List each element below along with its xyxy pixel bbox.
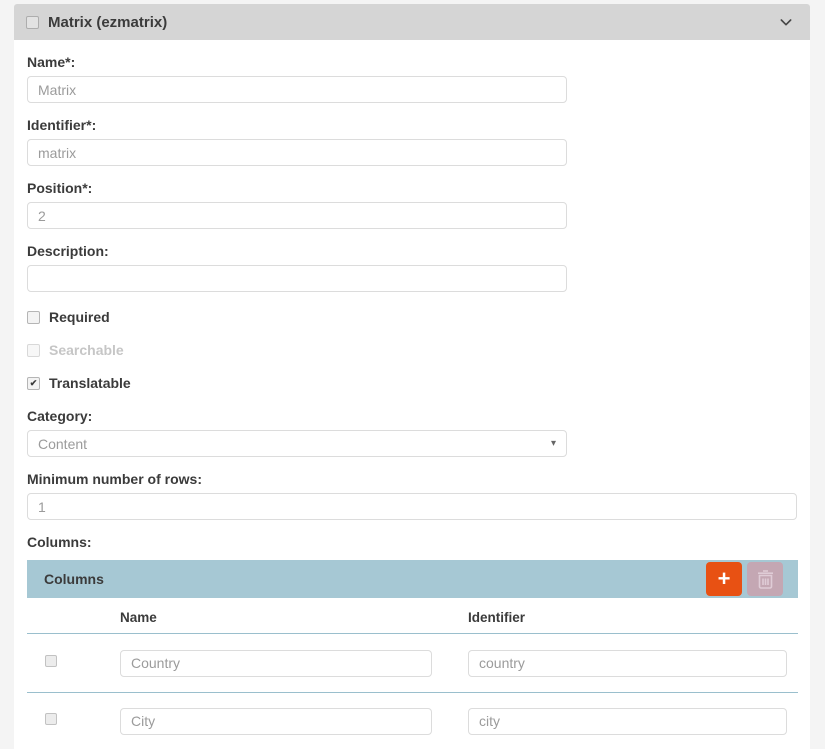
trash-icon [757, 570, 774, 589]
columns-panel-header: Columns + [27, 560, 798, 598]
column-identifier-input[interactable] [468, 650, 787, 677]
collapse-toggle[interactable] [778, 14, 794, 30]
translatable-checkbox-row[interactable]: Translatable [27, 375, 797, 391]
name-input[interactable] [27, 76, 567, 103]
identifier-column-header: Identifier [468, 610, 798, 625]
translatable-checkbox[interactable] [27, 377, 40, 390]
delete-column-button[interactable] [747, 562, 783, 596]
category-selected-value: Content [38, 436, 87, 452]
searchable-checkbox-row: Searchable [27, 342, 797, 358]
column-identifier-input[interactable] [468, 708, 787, 735]
description-input[interactable] [27, 265, 567, 292]
identifier-label: Identifier*: [27, 117, 797, 133]
dropdown-arrow-icon: ▾ [551, 438, 556, 449]
category-field: Category: Content ▾ [27, 408, 797, 457]
min-rows-label: Minimum number of rows: [27, 471, 797, 487]
identifier-field: Identifier*: [27, 117, 797, 166]
category-select[interactable]: Content ▾ [27, 430, 567, 457]
position-label: Position*: [27, 180, 797, 196]
columns-panel-title: Columns [44, 571, 706, 587]
min-rows-field: Minimum number of rows: [27, 471, 797, 520]
position-input[interactable] [27, 202, 567, 229]
field-select-checkbox[interactable] [26, 16, 39, 29]
field-definition-title: Matrix (ezmatrix) [48, 14, 769, 31]
min-rows-input[interactable] [27, 493, 797, 520]
columns-panel: Columns + Name Identifier [27, 560, 798, 749]
column-name-input[interactable] [120, 650, 432, 677]
field-definition-header[interactable]: Matrix (ezmatrix) [14, 4, 810, 40]
translatable-label: Translatable [49, 375, 131, 391]
table-row [27, 634, 798, 693]
name-label: Name*: [27, 54, 797, 70]
category-label: Category: [27, 408, 797, 424]
add-column-button[interactable]: + [706, 562, 742, 596]
name-field: Name*: [27, 54, 797, 103]
searchable-label: Searchable [49, 342, 124, 358]
description-label: Description: [27, 243, 797, 259]
required-checkbox-row[interactable]: Required [27, 309, 797, 325]
columns-section-label: Columns: [27, 534, 797, 550]
field-definition-card: Matrix (ezmatrix) Name*: Identifier*: Po… [14, 4, 810, 749]
columns-table-header: Name Identifier [27, 598, 798, 634]
description-field: Description: [27, 243, 797, 292]
table-row [27, 693, 798, 749]
identifier-input[interactable] [27, 139, 567, 166]
row-select-checkbox[interactable] [45, 713, 57, 725]
searchable-checkbox [27, 344, 40, 357]
column-name-input[interactable] [120, 708, 432, 735]
position-field: Position*: [27, 180, 797, 229]
required-checkbox[interactable] [27, 311, 40, 324]
row-select-checkbox[interactable] [45, 655, 57, 667]
chevron-down-icon [778, 14, 794, 30]
required-label: Required [49, 309, 110, 325]
field-definition-body: Name*: Identifier*: Position*: Descripti… [14, 40, 810, 749]
name-column-header: Name [120, 610, 468, 625]
